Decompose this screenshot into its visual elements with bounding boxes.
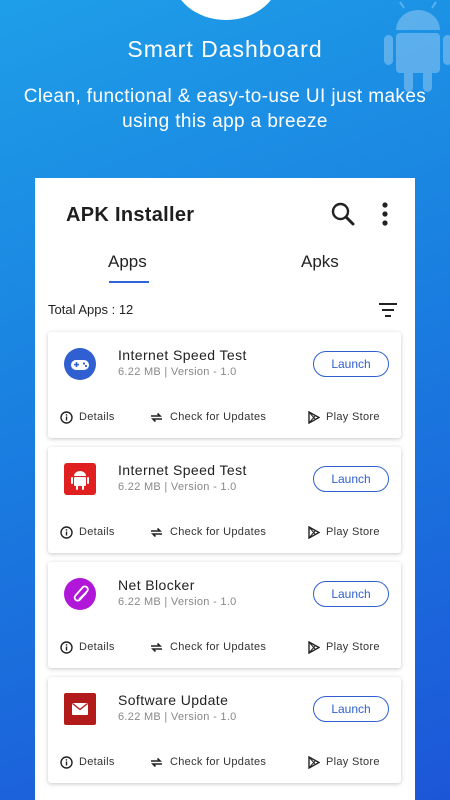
refresh-icon <box>151 412 162 422</box>
app-name: Net Blocker <box>118 577 195 593</box>
launch-button[interactable]: Launch <box>313 696 389 722</box>
mail-icon <box>63 692 97 726</box>
play-store-icon <box>308 640 320 654</box>
app-meta: 6.22 MB | Version - 1.0 <box>118 596 237 608</box>
app-meta: 6.22 MB | Version - 1.0 <box>118 481 237 493</box>
play-store-label: Play Store <box>326 526 380 538</box>
check-updates-label: Check for Updates <box>170 526 267 538</box>
details-action[interactable]: Details <box>60 638 115 656</box>
play-store-action[interactable]: Play Store <box>307 638 380 656</box>
app-name: Software Update <box>118 692 229 708</box>
app-meta: 6.22 MB | Version - 1.0 <box>118 711 237 723</box>
filter-icon[interactable] <box>377 300 399 320</box>
check-updates-action[interactable]: Check for Updates <box>149 753 266 771</box>
details-label: Details <box>79 756 115 768</box>
check-updates-label: Check for Updates <box>170 756 267 768</box>
check-updates-label: Check for Updates <box>170 641 267 653</box>
info-icon <box>60 755 73 769</box>
check-updates-action[interactable]: Check for Updates <box>149 408 266 426</box>
refresh-icon <box>151 757 162 767</box>
check-updates-action[interactable]: Check for Updates <box>149 638 266 656</box>
app-card: Internet Speed Test 6.22 MB | Version - … <box>48 447 401 553</box>
launch-button[interactable]: Launch <box>313 351 389 377</box>
more-vert-icon[interactable] <box>371 200 399 228</box>
tab-bar: Apps Apks <box>35 250 415 298</box>
refresh-icon <box>151 527 162 537</box>
app-card: Internet Speed Test 6.22 MB | Version - … <box>48 332 401 438</box>
app-meta: 6.22 MB | Version - 1.0 <box>118 366 237 378</box>
details-action[interactable]: Details <box>60 753 115 771</box>
top-decor-circle <box>172 0 280 20</box>
app-title: APK Installer <box>66 204 195 226</box>
info-icon <box>60 525 73 539</box>
tab-apks[interactable]: Apks <box>301 252 339 272</box>
play-store-icon <box>308 410 320 424</box>
details-action[interactable]: Details <box>60 408 115 426</box>
play-store-label: Play Store <box>326 411 380 423</box>
app-name: Internet Speed Test <box>118 347 247 363</box>
play-store-icon <box>308 525 320 539</box>
info-icon <box>60 410 73 424</box>
search-icon[interactable] <box>329 200 357 228</box>
app-card: Net Blocker 6.22 MB | Version - 1.0 Laun… <box>48 562 401 668</box>
play-store-action[interactable]: Play Store <box>307 523 380 541</box>
launch-button[interactable]: Launch <box>313 466 389 492</box>
details-label: Details <box>79 641 115 653</box>
list-header: Total Apps : 12 <box>35 298 415 332</box>
paperclip-icon <box>63 577 97 611</box>
app-bar: APK Installer <box>35 178 415 250</box>
refresh-icon <box>151 642 162 652</box>
gamepad-icon <box>63 347 97 381</box>
info-icon <box>60 640 73 654</box>
play-store-action[interactable]: Play Store <box>307 753 380 771</box>
details-label: Details <box>79 411 115 423</box>
app-screen: APK Installer Apps Apks Total Apps : 12 <box>35 178 415 800</box>
android-icon <box>63 462 97 496</box>
details-label: Details <box>79 526 115 538</box>
tab-active-indicator <box>109 281 149 283</box>
tab-apps[interactable]: Apps <box>108 252 147 272</box>
play-store-label: Play Store <box>326 756 380 768</box>
promo-headline: Smart Dashboard <box>127 36 323 62</box>
check-updates-label: Check for Updates <box>170 411 267 423</box>
total-apps-label: Total Apps : 12 <box>48 302 134 317</box>
play-store-icon <box>308 755 320 769</box>
play-store-action[interactable]: Play Store <box>307 408 380 426</box>
launch-button[interactable]: Launch <box>313 581 389 607</box>
app-name: Internet Speed Test <box>118 462 247 478</box>
check-updates-action[interactable]: Check for Updates <box>149 523 266 541</box>
play-store-label: Play Store <box>326 641 380 653</box>
details-action[interactable]: Details <box>60 523 115 541</box>
promo-subline: Clean, functional & easy-to-use UI just … <box>23 86 427 132</box>
app-card: Software Update 6.22 MB | Version - 1.0 … <box>48 677 401 783</box>
